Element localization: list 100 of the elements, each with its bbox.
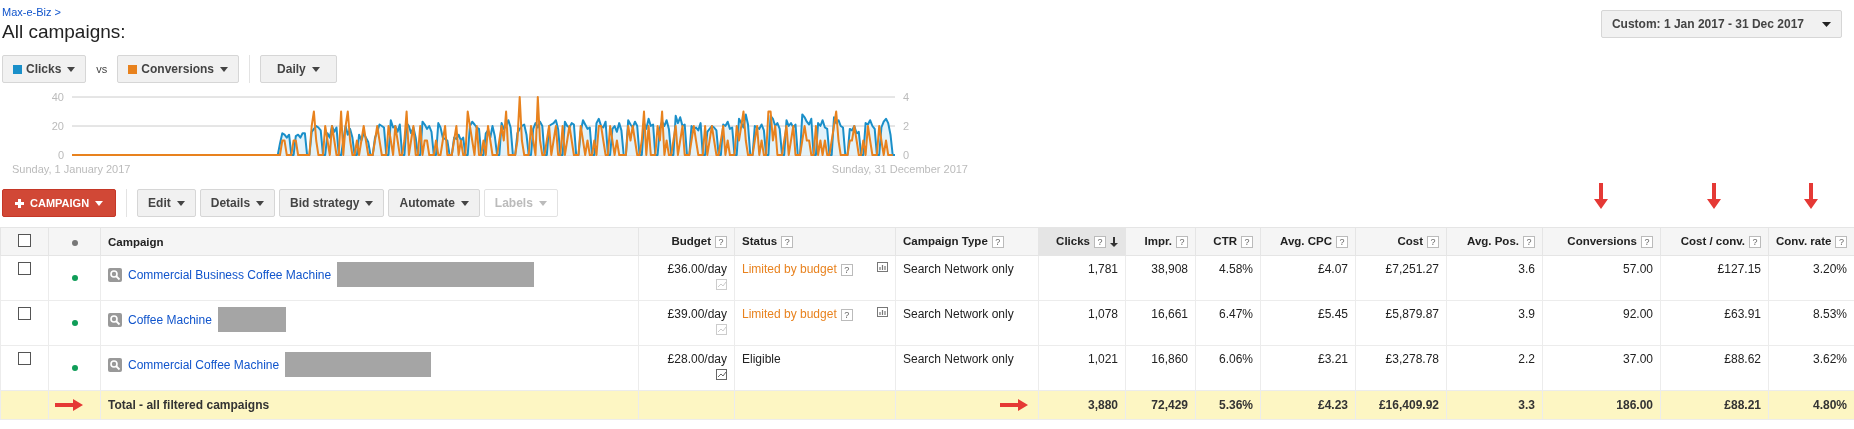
campaign-type: Search Network only <box>903 352 1014 366</box>
help-icon[interactable]: ? <box>715 236 727 248</box>
campaign-link[interactable]: Coffee Machine <box>128 312 212 327</box>
menu-button[interactable]: Details <box>199 189 276 217</box>
menu-button[interactable]: Bid strategy <box>279 189 385 217</box>
help-icon[interactable]: ? <box>1749 236 1761 248</box>
metric-dropdown[interactable]: Conversions <box>117 55 240 83</box>
help-icon[interactable]: ? <box>840 263 853 276</box>
total-value: £16,409.92 <box>1378 398 1439 412</box>
column-label: Budget <box>671 235 711 247</box>
caret-icon <box>95 200 104 206</box>
caret-icon <box>256 200 265 206</box>
period-dropdown[interactable]: Daily <box>260 55 337 83</box>
metric-value: £4.07 <box>1317 262 1348 276</box>
campaign-link[interactable]: Commercial Coffee Machine <box>128 357 280 372</box>
column-header[interactable]: Cost ? <box>1355 227 1447 256</box>
date-range-dropdown[interactable]: Custom: 1 Jan 2017 - 31 Dec 2017 <box>1600 10 1842 38</box>
column-label: Avg. Pos. <box>1467 235 1519 247</box>
metric-value: £3,278.78 <box>1385 352 1439 366</box>
status-dot-icon <box>71 320 78 326</box>
budget-value: £28.00/day <box>667 352 727 366</box>
column-header[interactable]: Impr. ? <box>1125 227 1196 256</box>
help-icon[interactable]: ? <box>1427 236 1439 248</box>
metric-value: £88.62 <box>1724 352 1761 366</box>
date-label: Sunday, 1 January 2017 <box>12 163 131 175</box>
help-icon[interactable]: ? <box>991 236 1004 248</box>
bar-chart-icon[interactable] <box>877 307 888 317</box>
bar-chart-icon[interactable] <box>877 262 888 272</box>
arrow-icon <box>1000 399 1028 411</box>
menu-button[interactable]: Automate <box>388 189 480 217</box>
metric-dropdown[interactable]: Clicks <box>2 55 87 83</box>
column-header[interactable]: CTR ? <box>1195 227 1261 256</box>
menu-button[interactable]: Edit <box>137 189 196 217</box>
help-icon[interactable]: ? <box>781 236 794 248</box>
row-checkbox[interactable] <box>18 352 31 365</box>
column-label: Cost <box>1397 235 1423 247</box>
column-label: Conversions <box>1567 235 1637 247</box>
breadcrumb-link[interactable]: Max-e-Biz > <box>2 6 61 18</box>
caret-icon <box>176 200 185 206</box>
metric-value: 1,781 <box>1087 262 1118 276</box>
row-checkbox[interactable] <box>18 262 31 275</box>
axis-label: 4 <box>903 91 910 103</box>
help-icon[interactable]: ? <box>1094 236 1106 248</box>
column-header[interactable]: Campaign Type ? <box>895 227 1039 256</box>
help-icon[interactable]: ? <box>1835 236 1848 248</box>
axis-label: 0 <box>903 149 910 161</box>
total-value: 4.80% <box>1812 398 1847 412</box>
status-text: Limited by budget <box>742 307 837 321</box>
status-dot-icon <box>71 365 78 371</box>
trend-chart-icon[interactable] <box>716 369 727 380</box>
status-text: Limited by budget <box>742 262 837 276</box>
redaction-bar <box>217 307 286 332</box>
caret-icon <box>538 200 547 206</box>
metric-value: 6.47% <box>1218 307 1253 321</box>
column-header[interactable]: Avg. CPC ? <box>1260 227 1356 256</box>
status-dot-icon <box>71 239 78 246</box>
column-header[interactable]: Conv. rate ? <box>1768 227 1854 256</box>
arrow-icon <box>1707 183 1721 209</box>
vs-label: vs <box>96 63 108 75</box>
campaign-type: Search Network only <box>903 262 1014 276</box>
metric-value: 8.53% <box>1812 307 1847 321</box>
new-campaign-button[interactable]: CAMPAIGN <box>2 189 117 217</box>
budget-value: £36.00/day <box>667 262 727 276</box>
column-header[interactable]: Conversions ? <box>1542 227 1661 256</box>
column-label: Conv. rate <box>1776 235 1832 247</box>
metric-value: 16,860 <box>1151 352 1188 366</box>
column-header[interactable]: Campaign <box>100 227 639 256</box>
metric-value: £5,879.87 <box>1385 307 1439 321</box>
arrow-icon <box>1804 183 1818 209</box>
total-value: 5.36% <box>1218 398 1253 412</box>
total-value: 72,429 <box>1151 398 1188 412</box>
column-header[interactable]: Clicks ? <box>1038 227 1126 256</box>
search-icon <box>108 267 122 282</box>
metric-value: £3.21 <box>1317 352 1348 366</box>
column-label: Avg. CPC <box>1280 235 1332 247</box>
help-icon[interactable]: ? <box>840 308 853 321</box>
page-title: All campaigns: <box>2 21 126 43</box>
column-header[interactable]: Budget ? <box>638 227 735 256</box>
help-icon[interactable]: ? <box>1523 236 1535 248</box>
metric-value: 3.9 <box>1518 307 1535 321</box>
search-icon <box>108 357 122 372</box>
campaign-link[interactable]: Commercial Business Coffee Machine <box>128 267 332 282</box>
metric-value: 3.20% <box>1812 262 1847 276</box>
help-icon[interactable]: ? <box>1241 236 1253 248</box>
axis-label: 20 <box>51 120 64 132</box>
help-icon[interactable]: ? <box>1336 236 1348 248</box>
column-header[interactable]: Cost / conv. ? <box>1660 227 1769 256</box>
plus-icon <box>15 198 24 208</box>
total-value: 186.00 <box>1616 398 1653 412</box>
help-icon[interactable]: ? <box>1176 236 1188 248</box>
help-icon[interactable]: ? <box>1641 236 1653 248</box>
metric-value: 57.00 <box>1622 262 1653 276</box>
select-all-checkbox[interactable] <box>18 234 31 247</box>
arrow-icon <box>1594 183 1608 209</box>
campaign-type: Search Network only <box>903 307 1014 321</box>
row-checkbox[interactable] <box>18 307 31 320</box>
total-value: £4.23 <box>1317 398 1348 412</box>
metric-value: 1,078 <box>1087 307 1118 321</box>
column-header[interactable]: Status ? <box>734 227 896 256</box>
column-header[interactable]: Avg. Pos. ? <box>1446 227 1543 256</box>
